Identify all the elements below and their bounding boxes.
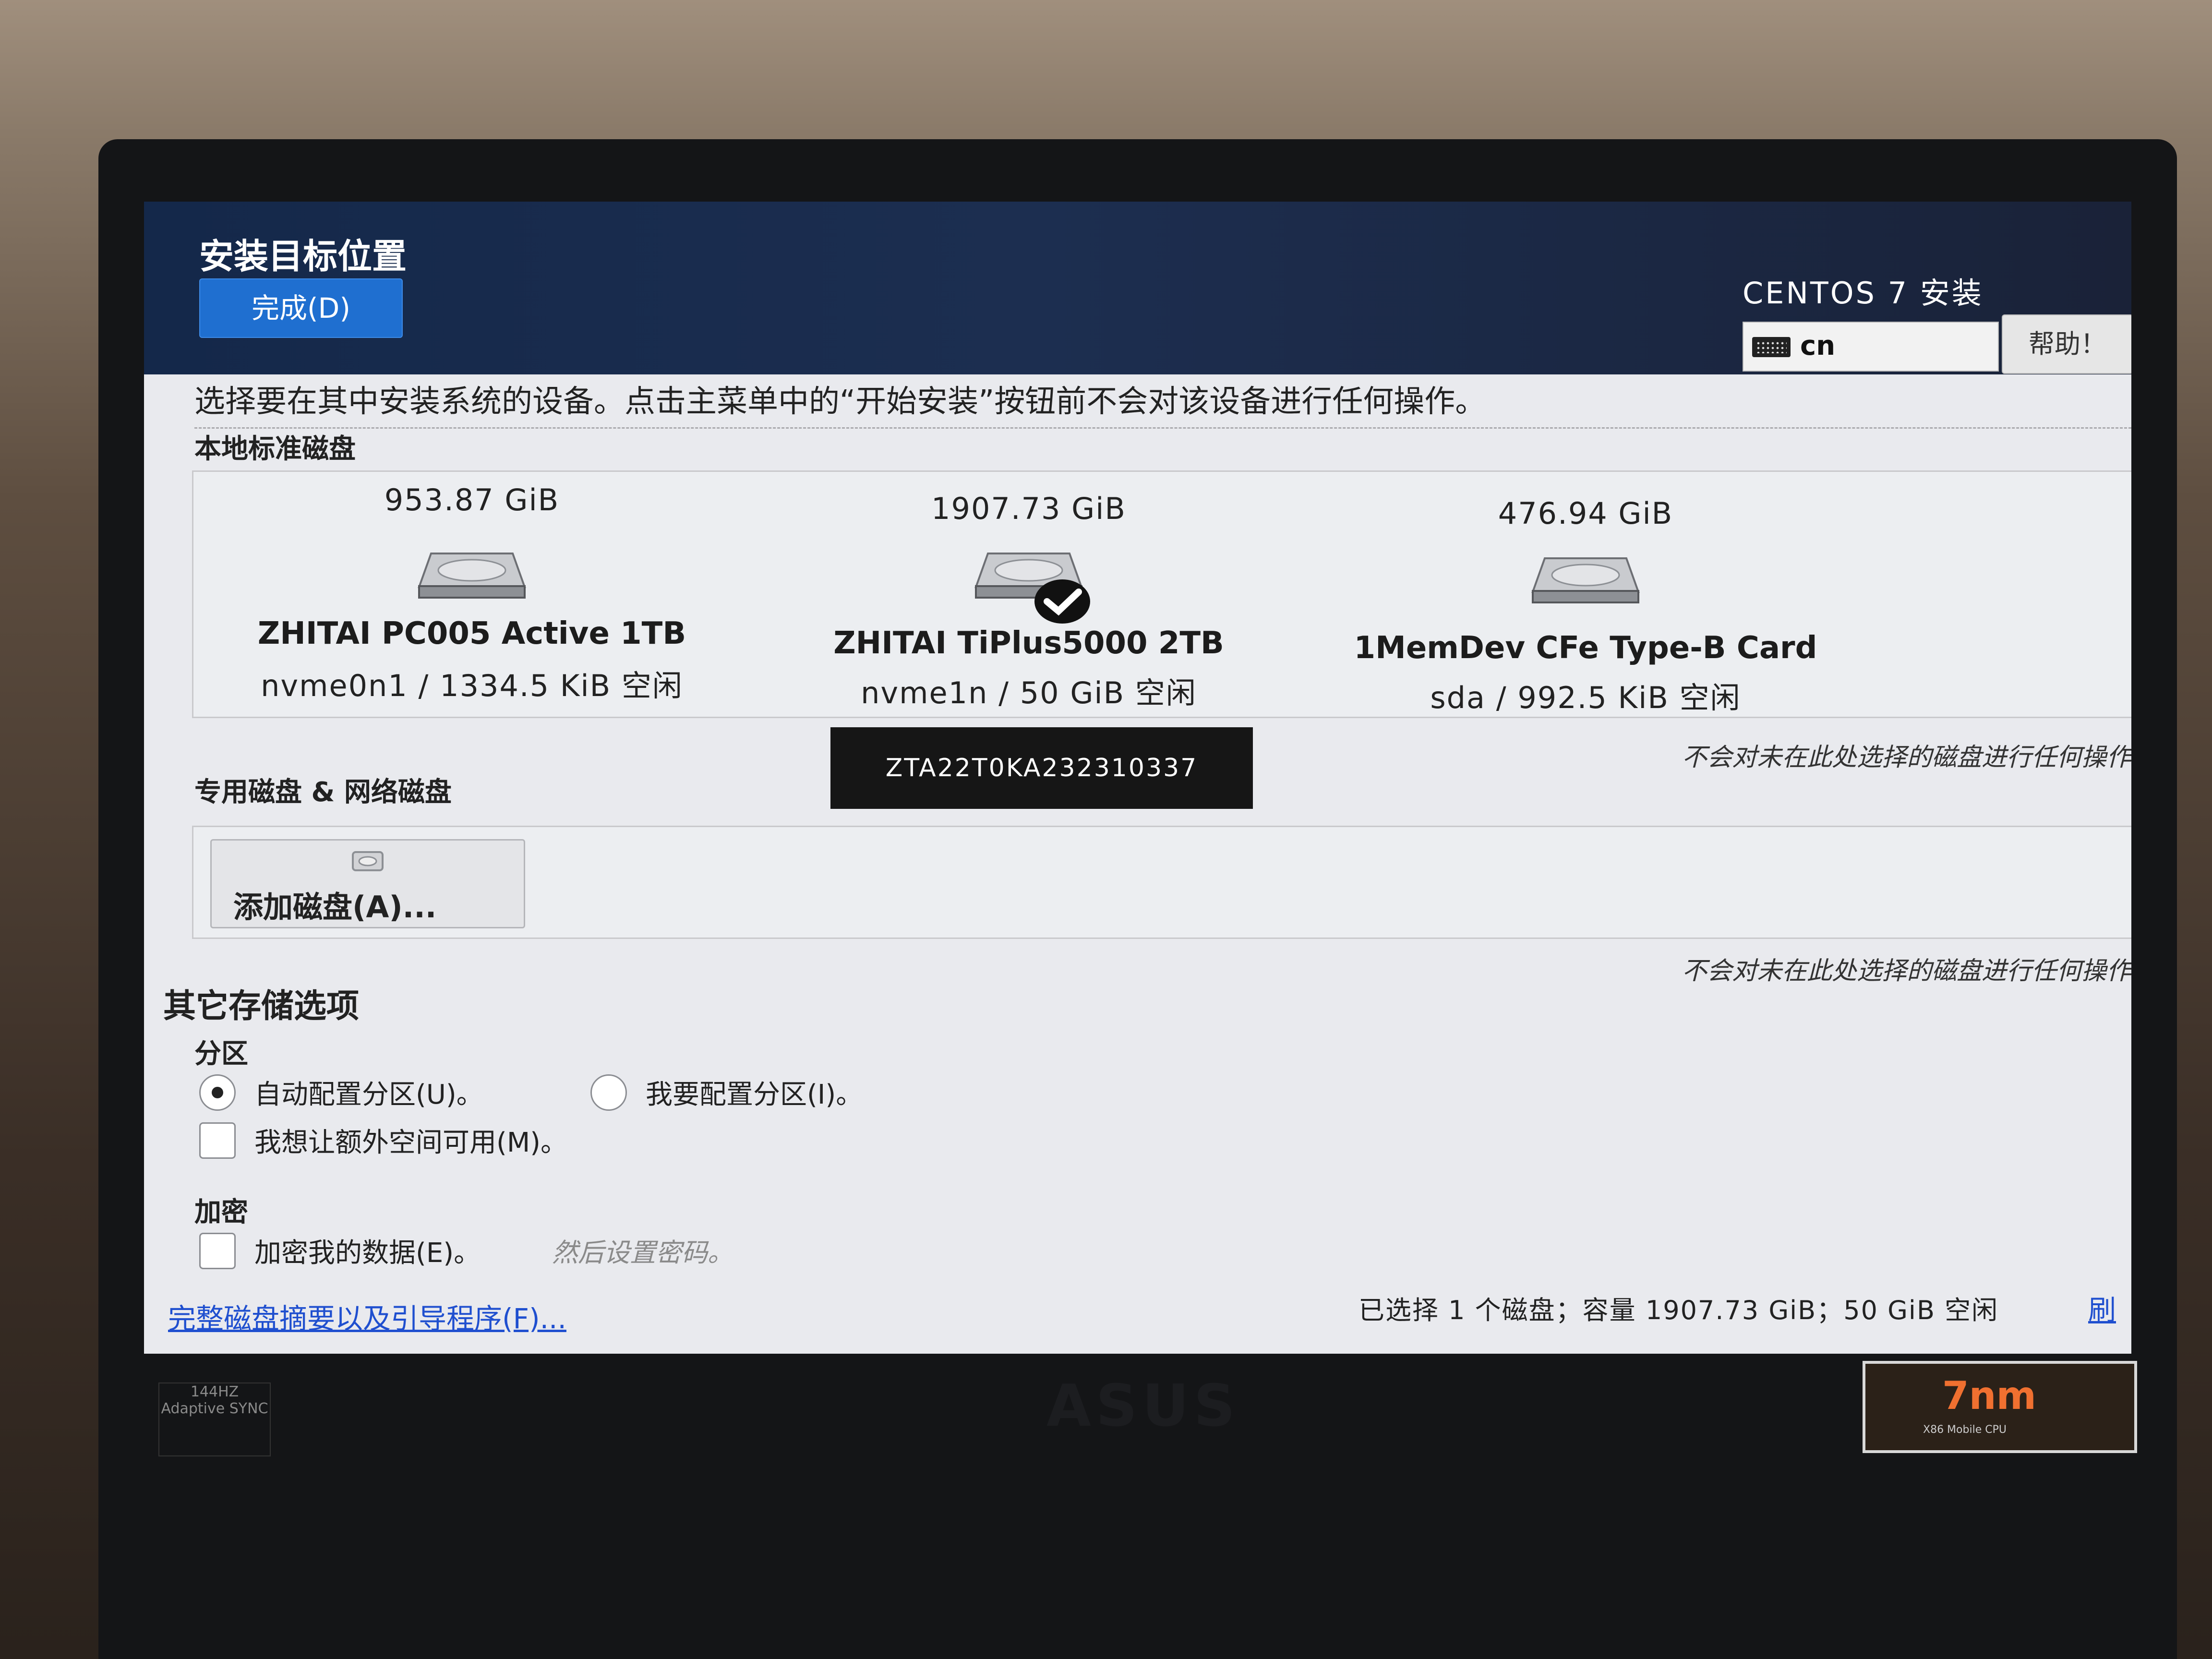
special-disks-label: 专用磁盘 & 网络磁盘: [194, 777, 452, 808]
special-disks-note: 不会对未在此处选择的磁盘进行任何操作: [1682, 957, 2131, 986]
add-disk-button[interactable]: 添加磁盘(A)...: [210, 839, 525, 928]
extra-space-label[interactable]: 我想让额外空间可用(M)。: [254, 1121, 567, 1160]
local-disks-panel: 953.87 GiB ZHITAI PC005 Active 1TB nvme0…: [192, 470, 2131, 718]
refresh-link[interactable]: 刷: [2088, 1287, 2116, 1328]
disk-icon: [352, 851, 384, 871]
help-button[interactable]: 帮助！: [2002, 314, 2131, 374]
disk-item-nvme1n1[interactable]: 1907.73 GiB ZHITAI TiPlus5000 2TB nvme1n…: [750, 472, 1307, 717]
disk-info: nvme1n / 50 GiB 空闲: [750, 669, 1307, 712]
disk-separator: /: [1496, 680, 1507, 715]
disk-free: 1334.5 KiB 空闲: [440, 668, 683, 703]
disk-name: ZHITAI PC005 Active 1TB: [257, 616, 686, 651]
disk-info: nvme0n1 / 1334.5 KiB 空闲: [193, 661, 750, 705]
disk-item-nvme0n1[interactable]: 953.87 GiB ZHITAI PC005 Active 1TB nvme0…: [193, 472, 750, 717]
disk-name: ZHITAI TiPlus5000 2TB: [833, 625, 1224, 661]
disk-free: 992.5 KiB 空闲: [1517, 680, 1741, 715]
keyboard-icon: [1752, 337, 1791, 357]
hard-disk-icon: [1531, 557, 1640, 603]
disk-separator: /: [998, 675, 1010, 710]
auto-partition-radio[interactable]: [199, 1074, 236, 1111]
disk-info: sda / 992.5 KiB 空闲: [1307, 673, 1864, 717]
disk-size: 953.87 GiB: [384, 482, 560, 517]
keyboard-layout-indicator[interactable]: cn: [1743, 322, 1999, 372]
cpu-sticker-title: 7nm: [1942, 1373, 2036, 1418]
divider: [194, 427, 2131, 429]
encrypt-data-checkbox[interactable]: [199, 1233, 236, 1269]
extra-space-checkbox[interactable]: [199, 1122, 236, 1159]
cpu-sticker: 7nm X86 Mobile CPU: [1863, 1361, 2137, 1453]
local-disks-note: 不会对未在此处选择的磁盘进行任何操作: [1682, 743, 2131, 772]
encrypt-hint: 然后设置密码。: [552, 1238, 733, 1268]
done-button[interactable]: 完成(D): [199, 278, 403, 338]
disk-serial-tooltip: ZTA22T0KA232310337: [830, 727, 1253, 809]
cpu-sticker-subtitle: X86 Mobile CPU: [1923, 1424, 2007, 1436]
encryption-label: 加密: [194, 1197, 248, 1228]
hard-disk-icon: [418, 553, 526, 599]
encrypt-data-label[interactable]: 加密我的数据(E)。: [254, 1231, 481, 1270]
selected-check-icon: [1034, 579, 1090, 624]
disk-item-sda[interactable]: 476.94 GiB 1MemDev CFe Type-B Card sda /…: [1307, 472, 1864, 717]
installer-screen: 安装目标位置 完成(D) CENTOS 7 安装 cn 帮助！ 选择要在其中安装…: [144, 202, 2131, 1354]
adaptive-sync-badge: 144HZ Adaptive SYNC: [158, 1382, 271, 1456]
header-bar: 安装目标位置 完成(D) CENTOS 7 安装 cn 帮助！: [144, 202, 2131, 374]
radio-selected-dot: [212, 1087, 223, 1098]
disk-device: nvme1n: [861, 675, 988, 710]
disk-summary-link[interactable]: 完整磁盘摘要以及引导程序(F)...: [168, 1296, 566, 1336]
disk-size: 476.94 GiB: [1498, 496, 1673, 531]
page-title: 安装目标位置: [199, 236, 407, 276]
local-disks-label: 本地标准磁盘: [194, 433, 356, 465]
product-title: CENTOS 7 安装: [1743, 276, 1984, 311]
manual-partition-radio[interactable]: [590, 1074, 627, 1111]
disk-device: nvme0n1: [261, 668, 408, 703]
partition-label: 分区: [194, 1038, 248, 1070]
selection-status: 已选择 1 个磁盘；容量 1907.73 GiB；50 GiB 空闲: [1358, 1295, 1999, 1325]
keyboard-layout-label: cn: [1800, 330, 1836, 361]
manual-partition-label[interactable]: 我要配置分区(I)。: [646, 1073, 863, 1112]
disk-device: sda: [1430, 680, 1486, 715]
disk-size: 1907.73 GiB: [931, 491, 1126, 526]
auto-partition-label[interactable]: 自动配置分区(U)。: [254, 1073, 483, 1112]
add-disk-label: 添加磁盘(A)...: [233, 890, 437, 925]
brand-logo: ASUS: [1046, 1373, 1240, 1440]
special-disks-panel: 添加磁盘(A)...: [192, 826, 2131, 939]
disk-separator: /: [418, 668, 430, 703]
disk-free: 50 GiB 空闲: [1020, 675, 1197, 710]
disk-name: 1MemDev CFe Type-B Card: [1354, 630, 1817, 666]
intro-text: 选择要在其中安装系统的设备。点击主菜单中的“开始安装”按钮前不会对该设备进行任何…: [194, 384, 1486, 420]
other-options-title: 其它存储选项: [163, 987, 360, 1025]
